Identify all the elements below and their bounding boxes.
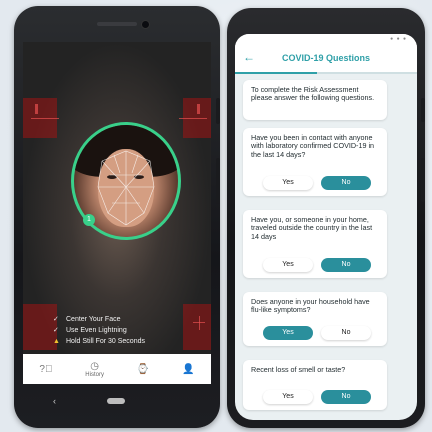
no-button[interactable]: No (321, 326, 371, 340)
power-button (421, 98, 425, 122)
no-button[interactable]: No (321, 176, 371, 190)
checklist-item: ✓ Center Your Face (53, 314, 203, 324)
watch-icon: ⌚ (136, 363, 150, 375)
yes-button[interactable]: Yes (263, 258, 313, 272)
volume-button (216, 158, 220, 204)
intro-card: To complete the Risk Assessment please a… (243, 80, 387, 120)
person-icon: 👤 (182, 363, 195, 375)
earpiece-speaker (97, 22, 137, 26)
questions-screen: ● ● ● ← COVID-19 Questions To complete t… (235, 34, 417, 420)
yes-button[interactable]: Yes (263, 326, 313, 340)
page-title: COVID-19 Questions (281, 53, 371, 63)
answer-group: Yes No (263, 326, 371, 340)
answer-group: Yes No (263, 390, 371, 404)
face-count-badge: 1 (83, 214, 95, 226)
nav-profile[interactable]: 👤 (182, 364, 194, 375)
system-nav-bar: ‹ (23, 390, 211, 412)
question-text: Have you been in contact with anyone wit… (251, 133, 375, 159)
nav-history[interactable]: ◷ History (85, 361, 104, 378)
progress-bar (235, 72, 417, 74)
hud-marker (179, 118, 207, 119)
phone-questions: ● ● ● ← COVID-19 Questions To complete t… (227, 8, 425, 428)
help-icon: ?⃝ (39, 363, 53, 375)
bottom-navigation: ?⃝ ◷ History ⌚ 👤 (23, 354, 211, 384)
power-button (216, 98, 220, 124)
progress-fill (235, 72, 317, 74)
warning-icon: ▲ (53, 337, 60, 345)
hud-marker (197, 104, 200, 114)
answer-group: Yes No (263, 176, 371, 190)
checklist-label: Hold Still For 30 Seconds (66, 337, 145, 345)
nav-watch[interactable]: ⌚ (137, 364, 149, 375)
camera-preview: 1 ✓ Center Your Face ✓ Use Even Lightnin… (23, 42, 211, 354)
scan-overlay-bottom-left (23, 304, 57, 350)
checklist-label: Center Your Face (66, 315, 121, 323)
yes-button[interactable]: Yes (263, 390, 313, 404)
no-button[interactable]: No (321, 390, 371, 404)
status-icons: ● ● ● (390, 36, 407, 42)
checklist-item: ▲ Hold Still For 30 Seconds (53, 336, 203, 346)
home-pill-icon[interactable] (106, 398, 125, 404)
checklist-item: ✓ Use Even Lightning (53, 325, 203, 335)
intro-text: To complete the Risk Assessment please a… (251, 85, 375, 103)
check-icon: ✓ (53, 316, 59, 323)
question-card: Have you, or someone in your home, trave… (243, 210, 387, 278)
back-icon[interactable]: ‹ (53, 396, 56, 406)
clock-icon: ◷ (90, 360, 99, 372)
hud-marker (31, 118, 59, 119)
hud-marker (35, 104, 38, 114)
app-header: ← COVID-19 Questions (235, 44, 417, 72)
question-card: Have you been in contact with anyone wit… (243, 128, 387, 196)
answer-group: Yes No (263, 258, 371, 272)
question-text: Recent loss of smell or taste? (251, 365, 346, 374)
nav-help[interactable]: ?⃝ (39, 364, 52, 375)
nav-history-label: History (85, 371, 104, 378)
phone-face-scan: 1 ✓ Center Your Face ✓ Use Even Lightnin… (14, 6, 220, 428)
front-camera (141, 20, 150, 29)
question-text: Have you, or someone in your home, trave… (251, 215, 373, 241)
status-bar: ● ● ● (235, 34, 417, 44)
no-button[interactable]: No (321, 258, 371, 272)
yes-button[interactable]: Yes (263, 176, 313, 190)
face-scan-screen: 1 ✓ Center Your Face ✓ Use Even Lightnin… (23, 42, 211, 384)
question-card: Does anyone in your household have flu-l… (243, 292, 387, 346)
question-text: Does anyone in your household have flu-l… (251, 297, 370, 315)
check-icon: ✓ (53, 327, 59, 334)
volume-button (421, 158, 425, 202)
checklist-label: Use Even Lightning (66, 326, 127, 334)
scan-checklist: ✓ Center Your Face ✓ Use Even Lightning … (53, 314, 203, 347)
question-card: Recent loss of smell or taste? Yes No (243, 360, 387, 410)
